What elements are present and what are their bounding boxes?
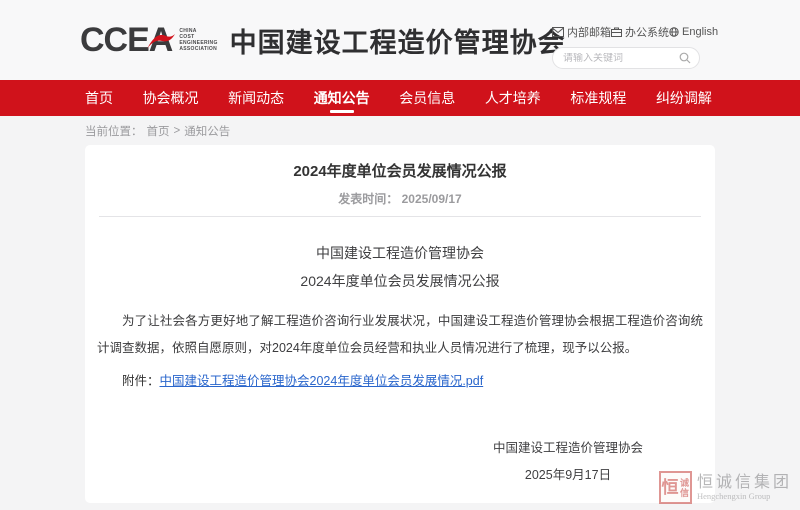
watermark-name: 恒诚信集团 bbox=[697, 474, 792, 491]
attachment-pdf-link[interactable]: 中国建设工程造价管理协会2024年度单位会员发展情况.pdf bbox=[160, 374, 484, 388]
header-quick-links: 内部邮箱 办公系统 English bbox=[552, 24, 700, 40]
breadcrumb-separator: > bbox=[174, 125, 181, 137]
article-body-headings: 中国建设工程造价管理协会 2024年度单位会员发展情况公报 bbox=[85, 239, 715, 295]
nav-item-home[interactable]: 首页 bbox=[85, 80, 113, 116]
nav-item-standards[interactable]: 标准规程 bbox=[570, 80, 626, 116]
nav-item-news[interactable]: 新闻动态 bbox=[228, 80, 284, 116]
article-card: 2024年度单位会员发展情况公报 发表时间： 2025/09/17 中国建设工程… bbox=[85, 145, 715, 503]
article-paragraph: 为了让社会各方更好地了解工程造价咨询行业发展状况，中国建设工程造价管理协会根据工… bbox=[97, 308, 703, 362]
article-title: 2024年度单位会员发展情况公报 bbox=[85, 164, 715, 180]
search-icon[interactable] bbox=[679, 52, 691, 64]
attachment-line: 附件：中国建设工程造价管理协会2024年度单位会员发展情况.pdf bbox=[97, 374, 703, 388]
main-nav: 首页 协会概况 新闻动态 通知公告 会员信息 人才培养 标准规程 纠纷调解 bbox=[0, 80, 800, 116]
nav-item-notices[interactable]: 通知公告 bbox=[314, 80, 370, 116]
logo-acronym: CCEA bbox=[80, 23, 172, 57]
body-heading-org: 中国建设工程造价管理协会 bbox=[85, 239, 715, 267]
briefcase-icon bbox=[611, 27, 622, 37]
search-box bbox=[552, 47, 700, 69]
hengchengxin-watermark: 恒 诚 信 恒诚信集团 Hengchengxin Group bbox=[659, 471, 792, 504]
site-header: CCEA CHINA COST ENGINEERING ASSOCIATION … bbox=[0, 0, 800, 80]
signature-date: 2025年9月17日 bbox=[493, 462, 643, 489]
nav-item-members[interactable]: 会员信息 bbox=[399, 80, 455, 116]
logo-subtitle: CHINA COST ENGINEERING ASSOCIATION bbox=[179, 29, 217, 52]
breadcrumb-current[interactable]: 通知公告 bbox=[184, 123, 230, 139]
breadcrumb-home[interactable]: 首页 bbox=[147, 123, 170, 139]
breadcrumb: 当前位置： 首页 > 通知公告 bbox=[0, 116, 800, 145]
nav-item-training[interactable]: 人才培养 bbox=[485, 80, 541, 116]
logo-swoosh-icon bbox=[146, 27, 176, 53]
publish-date: 发表时间： 2025/09/17 bbox=[85, 192, 715, 206]
hengchengxin-seal-icon: 恒 诚 信 bbox=[659, 471, 692, 504]
search-input[interactable] bbox=[563, 53, 679, 64]
nav-item-about[interactable]: 协会概况 bbox=[143, 80, 199, 116]
attachment-label: 附件： bbox=[122, 374, 160, 388]
mail-icon bbox=[552, 27, 564, 37]
title-divider bbox=[99, 216, 701, 217]
article-signature: 中国建设工程造价管理协会 2025年9月17日 bbox=[493, 435, 643, 489]
nav-item-disputes[interactable]: 纠纷调解 bbox=[656, 80, 712, 116]
body-heading-title: 2024年度单位会员发展情况公报 bbox=[85, 267, 715, 295]
breadcrumb-prefix: 当前位置： bbox=[85, 123, 143, 139]
office-system-link[interactable]: 办公系统 bbox=[611, 24, 669, 40]
internal-mail-link[interactable]: 内部邮箱 bbox=[552, 24, 611, 40]
globe-icon bbox=[669, 27, 679, 37]
english-version-link[interactable]: English bbox=[669, 26, 718, 38]
site-title: 中国建设工程造价管理协会 bbox=[230, 21, 566, 60]
site-logo[interactable]: CCEA CHINA COST ENGINEERING ASSOCIATION … bbox=[80, 21, 566, 60]
signature-org: 中国建设工程造价管理协会 bbox=[493, 435, 643, 462]
watermark-name-en: Hengchengxin Group bbox=[697, 491, 792, 501]
